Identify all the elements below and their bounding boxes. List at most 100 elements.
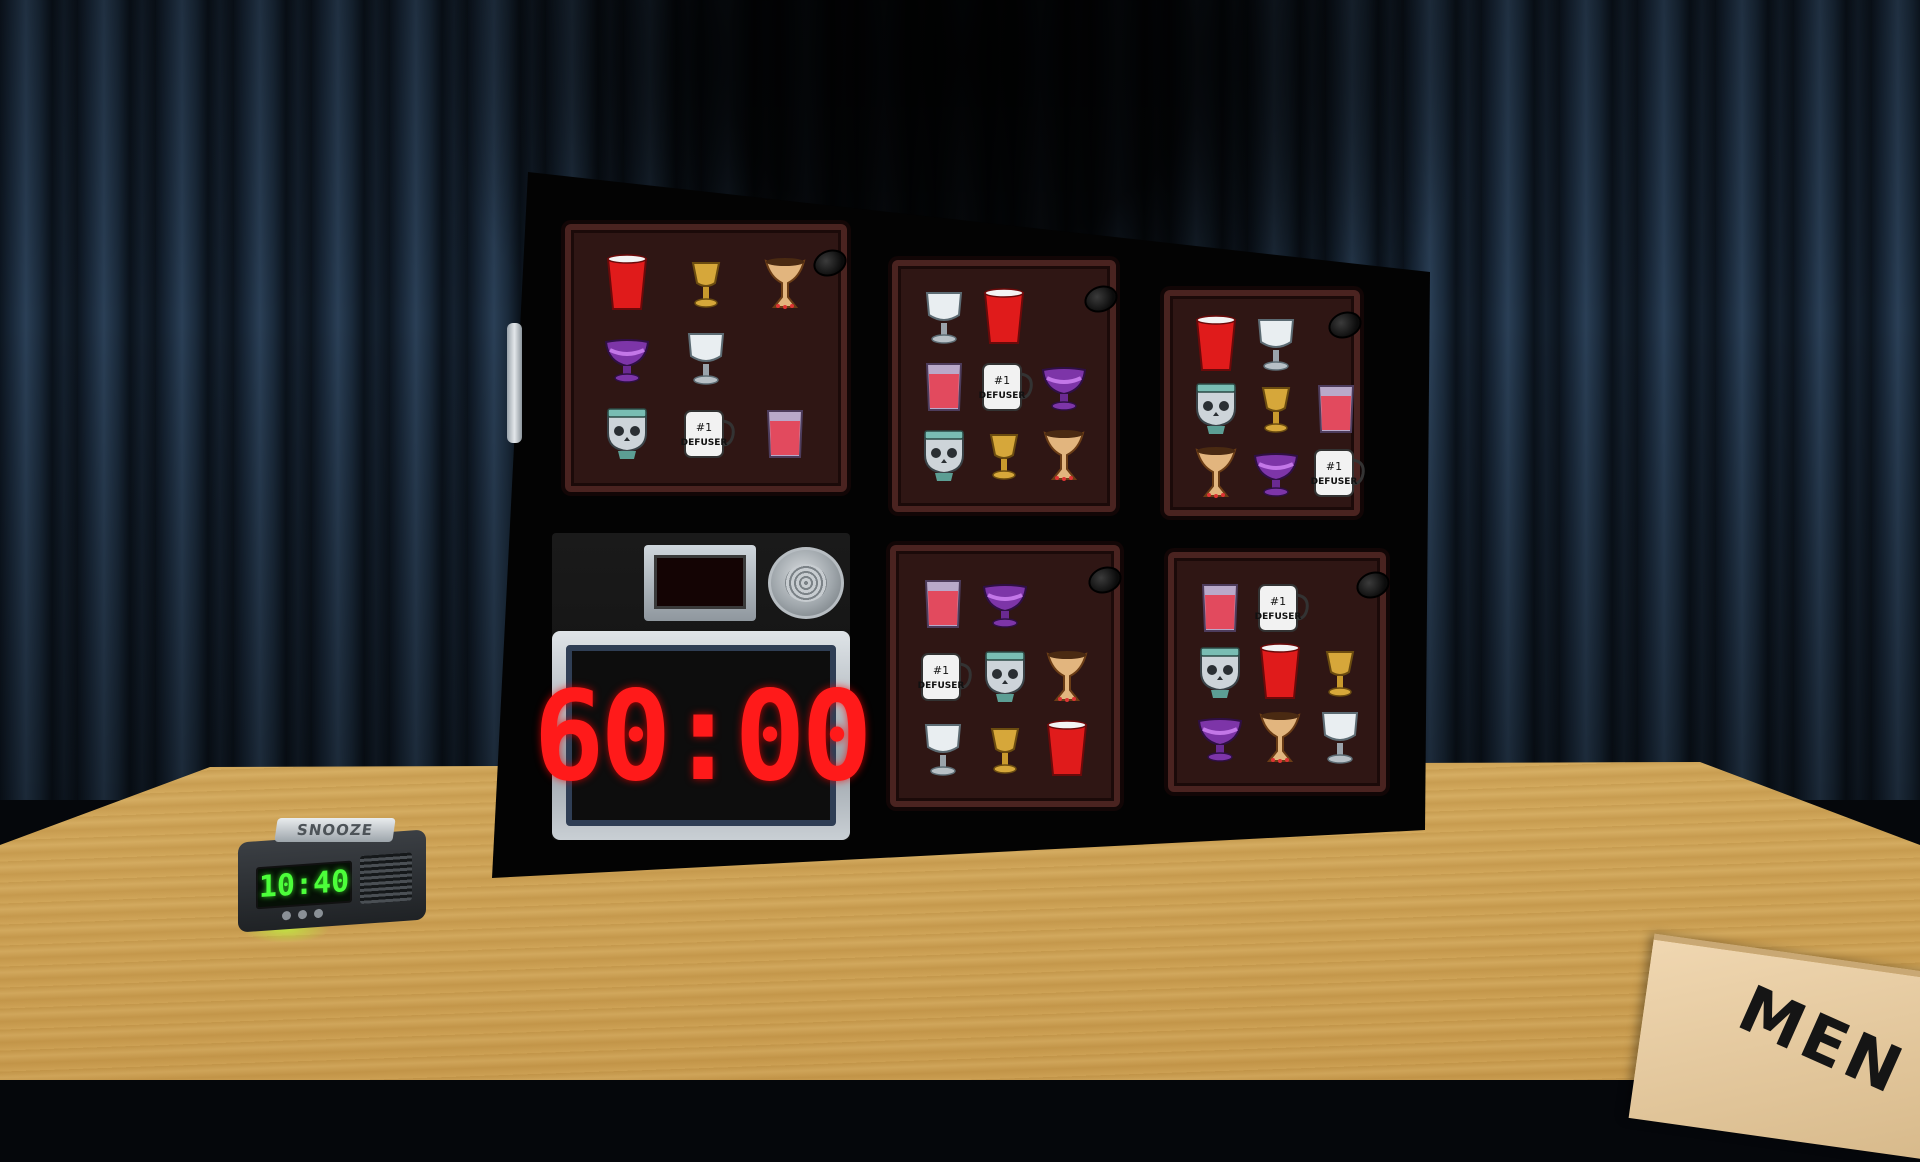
red-cup-button[interactable] <box>597 251 657 315</box>
timer-screen: 60:00 <box>533 645 873 826</box>
skull-cup-icon <box>985 651 1025 702</box>
clock-button[interactable] <box>282 910 291 921</box>
strike-indicator <box>644 545 756 621</box>
purple-chalice-button[interactable] <box>1190 705 1250 769</box>
gold-goblet-icon <box>990 727 1020 774</box>
snooze-button[interactable]: SNOOZE <box>274 818 396 842</box>
grail-button[interactable] <box>1186 440 1246 504</box>
skull-cup-icon <box>924 430 964 482</box>
defuser-mug-icon: #1 DEFUSER <box>918 652 972 701</box>
defuser-mug-icon: #1 DEFUSER <box>979 362 1033 411</box>
red-cup-icon <box>1046 719 1088 776</box>
white-goblet-button[interactable] <box>1310 705 1370 769</box>
strike-display <box>654 555 746 609</box>
timer-display: 60:00 <box>533 663 872 808</box>
gold-goblet-button[interactable] <box>974 423 1034 487</box>
svg-text:#1: #1 <box>1326 460 1342 473</box>
juice-glass-button[interactable] <box>913 571 973 635</box>
purple-chalice-icon <box>1253 453 1299 497</box>
timer-frame: 60:00 <box>533 631 873 840</box>
gold-goblet-button[interactable] <box>676 251 736 315</box>
skull-cup-button[interactable] <box>1186 376 1246 440</box>
module-2[interactable]: #1 DEFUSER <box>892 260 1122 512</box>
red-cup-button[interactable] <box>1186 312 1246 376</box>
svg-text:DEFUSER: DEFUSER <box>979 391 1026 401</box>
white-goblet-button[interactable] <box>914 285 974 349</box>
grail-icon <box>1195 447 1237 498</box>
empty-slot <box>1306 312 1366 376</box>
purple-chalice-button[interactable] <box>597 326 657 390</box>
empty-slot <box>755 326 815 390</box>
grail-button[interactable] <box>1034 423 1094 487</box>
purple-chalice-button[interactable] <box>975 571 1035 635</box>
purple-chalice-icon <box>1197 718 1243 763</box>
grail-button[interactable] <box>1037 644 1097 708</box>
red-cup-icon <box>606 254 647 311</box>
defuser-mug-button[interactable]: #1 DEFUSER <box>1306 440 1366 504</box>
empty-slot <box>1310 575 1370 639</box>
grail-button[interactable] <box>755 251 815 315</box>
module-4[interactable]: #1 DEFUSER <box>890 545 1126 807</box>
manual-label: MEN <box>1727 971 1916 1110</box>
gold-goblet-button[interactable] <box>1246 376 1306 440</box>
purple-chalice-button[interactable] <box>1246 440 1306 504</box>
white-goblet-icon <box>1321 712 1359 765</box>
clock-button[interactable] <box>298 909 307 920</box>
defuser-mug-button[interactable]: #1 DEFUSER <box>676 401 736 465</box>
gold-goblet-icon <box>989 434 1019 481</box>
cup-grid: #1 DEFUSER <box>1190 574 1364 770</box>
defuser-mug-button[interactable]: #1 DEFUSER <box>913 644 973 708</box>
juice-glass-button[interactable] <box>1306 376 1366 440</box>
red-cup-button[interactable] <box>974 285 1034 349</box>
svg-text:DEFUSER: DEFUSER <box>1311 477 1358 487</box>
defuser-mug-icon: #1 DEFUSER <box>1311 449 1365 497</box>
red-cup-button[interactable] <box>1037 717 1097 781</box>
module-3[interactable]: #1 DEFUSER <box>1164 290 1366 516</box>
skull-cup-button[interactable] <box>975 644 1035 708</box>
purple-chalice-icon <box>982 584 1028 629</box>
svg-text:DEFUSER: DEFUSER <box>681 438 728 448</box>
grail-button[interactable] <box>1250 705 1310 769</box>
juice-glass-button[interactable] <box>755 401 815 465</box>
gold-goblet-button[interactable] <box>975 717 1035 781</box>
bomb-side-latch[interactable] <box>507 323 522 443</box>
juice-glass-button[interactable] <box>1190 575 1250 639</box>
red-cup-icon <box>1195 315 1237 371</box>
white-goblet-icon <box>924 723 962 776</box>
grail-icon <box>1043 430 1085 482</box>
purple-chalice-button[interactable] <box>1034 354 1094 418</box>
skull-cup-button[interactable] <box>914 423 974 487</box>
juice-glass-icon <box>767 409 804 458</box>
red-cup-button[interactable] <box>1250 640 1310 704</box>
skull-cup-button[interactable] <box>597 401 657 465</box>
module-5[interactable]: #1 DEFUSER <box>1168 552 1394 792</box>
red-cup-icon <box>983 287 1025 344</box>
alarm-clock-body: 10:40 <box>238 829 426 933</box>
red-cup-icon <box>1259 643 1301 699</box>
white-goblet-button[interactable] <box>1246 312 1306 376</box>
juice-glass-icon <box>925 362 963 411</box>
cup-grid: #1 DEFUSER <box>914 282 1094 490</box>
alarm-clock[interactable]: 10:40 SNOOZE <box>238 818 426 934</box>
gold-goblet-icon <box>1261 387 1291 433</box>
gold-goblet-button[interactable] <box>1310 640 1370 704</box>
bomb-manual[interactable]: MEN <box>1628 933 1920 1162</box>
white-goblet-button[interactable] <box>676 326 736 390</box>
module-1[interactable]: #1 DEFUSER <box>565 224 851 492</box>
white-goblet-icon <box>1257 319 1295 371</box>
cup-grid: #1 DEFUSER <box>1186 312 1365 498</box>
juice-glass-button[interactable] <box>914 354 974 418</box>
speaker-icon <box>768 547 844 619</box>
juice-glass-icon <box>924 580 962 629</box>
juice-glass-icon <box>1201 583 1239 632</box>
defuser-mug-button[interactable]: #1 DEFUSER <box>974 354 1034 418</box>
defuser-mug-button[interactable]: #1 DEFUSER <box>1250 575 1310 639</box>
skull-cup-button[interactable] <box>1190 640 1250 704</box>
white-goblet-button[interactable] <box>913 717 973 781</box>
empty-slot <box>1037 571 1097 635</box>
gold-goblet-icon <box>691 262 721 309</box>
cup-grid: #1 DEFUSER <box>912 567 1098 785</box>
svg-text:#1: #1 <box>933 664 949 677</box>
defuser-mug-icon: #1 DEFUSER <box>681 409 735 458</box>
clock-button[interactable] <box>314 908 323 919</box>
